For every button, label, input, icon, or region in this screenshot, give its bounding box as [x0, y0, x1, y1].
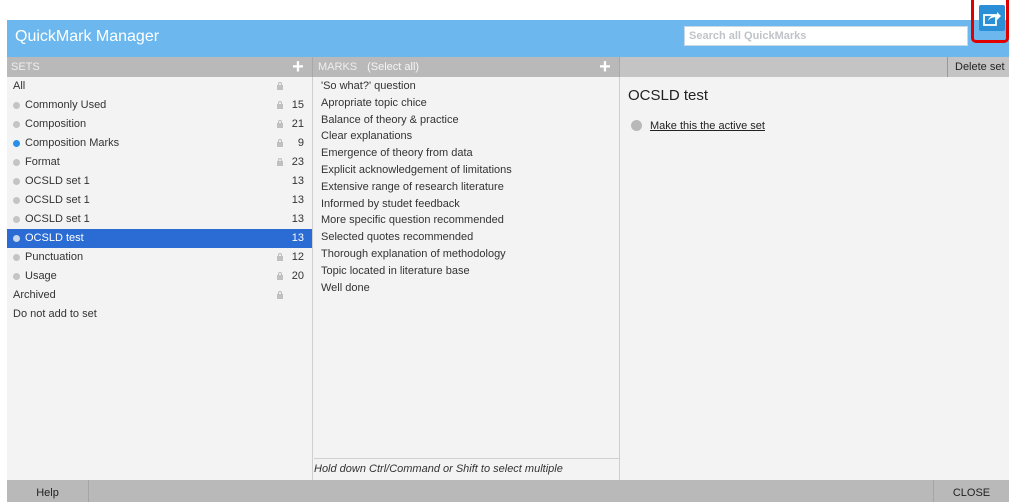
set-list-item[interactable]: Commonly Used 15: [7, 96, 312, 115]
mark-list-item[interactable]: 'So what?' question: [321, 78, 416, 95]
select-all-link[interactable]: (Select all): [367, 61, 419, 73]
set-name: OCSLD set 1: [25, 213, 90, 225]
mark-list-item[interactable]: More specific question recommended: [321, 212, 504, 229]
set-list-item[interactable]: Usage 20: [7, 267, 312, 286]
set-list-item[interactable]: Do not add to set: [7, 305, 312, 324]
lock-icon: [277, 82, 283, 90]
export-icon: [983, 12, 1001, 26]
mark-list-item[interactable]: Topic located in literature base: [321, 263, 470, 280]
set-bullet-icon: [13, 273, 20, 280]
delete-set-button[interactable]: Delete set: [947, 57, 1009, 77]
set-bullet-icon: [13, 197, 20, 204]
mark-list-item[interactable]: Well done: [321, 280, 370, 297]
set-count: 13: [291, 213, 304, 225]
set-count: 21: [291, 118, 304, 130]
add-mark-icon[interactable]: +: [597, 57, 613, 77]
set-list-item[interactable]: Archived: [7, 286, 312, 305]
set-count: 13: [291, 175, 304, 187]
set-count: 13: [291, 194, 304, 206]
lock-icon: [277, 101, 283, 109]
add-set-icon[interactable]: +: [290, 57, 306, 77]
mark-list-item[interactable]: Explicit acknowledgement of limitations: [321, 162, 512, 179]
title-bar: QuickMark Manager: [7, 20, 1009, 57]
set-name: Do not add to set: [13, 308, 97, 320]
set-name: OCSLD set 1: [25, 175, 90, 187]
set-bullet-icon: [13, 121, 20, 128]
mark-list-item[interactable]: Informed by studet feedback: [321, 196, 460, 213]
set-bullet-icon: [13, 254, 20, 261]
set-list-item[interactable]: Composition 21: [7, 115, 312, 134]
set-name: Archived: [13, 289, 56, 301]
marks-header-label: MARKS: [318, 61, 358, 73]
set-name: Composition: [25, 118, 87, 130]
quickmark-manager-window: QuickMark Manager SETS + MARKS (Select al…: [7, 20, 1009, 502]
detail-header: Delete set: [620, 57, 1009, 77]
sets-header: SETS +: [7, 57, 313, 77]
set-name: Commonly Used: [25, 99, 107, 111]
radio-dot-icon[interactable]: [631, 120, 642, 131]
set-count: 9: [297, 137, 304, 149]
mark-list-item[interactable]: Selected quotes recommended: [321, 229, 473, 246]
close-button[interactable]: CLOSE: [933, 480, 1009, 502]
set-list-item[interactable]: OCSLD set 1 13: [7, 210, 312, 229]
set-count: 15: [291, 99, 304, 111]
set-bullet-icon: [13, 216, 20, 223]
set-detail-title: OCSLD test: [628, 87, 709, 104]
multi-select-hint: Hold down Ctrl/Command or Shift to selec…: [314, 458, 619, 475]
mark-list-item[interactable]: Apropriate topic chice: [321, 95, 427, 112]
set-list-item[interactable]: All: [7, 77, 312, 96]
mark-list-item[interactable]: Extensive range of research literature: [321, 179, 504, 196]
marks-header: MARKS (Select all) +: [313, 57, 620, 77]
search-input[interactable]: [685, 27, 967, 45]
mark-list-item[interactable]: Clear explanations: [321, 128, 412, 145]
window-title: QuickMark Manager: [15, 28, 160, 45]
set-name: Composition Marks: [25, 137, 120, 149]
set-name: OCSLD set 1: [25, 194, 90, 206]
set-detail-panel: OCSLD test Make this the active set: [620, 77, 1009, 480]
export-button[interactable]: [979, 5, 1005, 31]
set-list-item[interactable]: Format 23: [7, 153, 312, 172]
set-count: 23: [291, 156, 304, 168]
set-list-item[interactable]: Punctuation 12: [7, 248, 312, 267]
set-bullet-icon: [13, 235, 20, 242]
lock-icon: [277, 272, 283, 280]
set-list-item[interactable]: Composition Marks 9: [7, 134, 312, 153]
set-bullet-icon: [13, 102, 20, 109]
set-name: Punctuation: [25, 251, 84, 263]
set-list-item[interactable]: OCSLD set 1 13: [7, 191, 312, 210]
marks-list: Hold down Ctrl/Command or Shift to selec…: [313, 77, 620, 480]
set-bullet-icon: [13, 159, 20, 166]
set-bullet-icon: [13, 140, 20, 147]
search-box[interactable]: [684, 26, 968, 46]
mark-list-item[interactable]: Emergence of theory from data: [321, 145, 473, 162]
set-bullet-icon: [13, 178, 20, 185]
export-highlight: [971, 0, 1009, 43]
lock-icon: [277, 253, 283, 261]
sets-header-label: SETS: [11, 61, 40, 73]
footer-bar: Help CLOSE: [7, 480, 1009, 502]
mark-list-item[interactable]: Balance of theory & practice: [321, 112, 459, 129]
lock-icon: [277, 291, 283, 299]
set-name: All: [13, 80, 26, 92]
set-name: Usage: [25, 270, 57, 282]
set-count: 13: [291, 232, 304, 244]
set-list-item[interactable]: OCSLD test 13: [7, 229, 312, 248]
make-active-set-label[interactable]: Make this the active set: [650, 119, 765, 133]
set-list-item[interactable]: OCSLD set 1 13: [7, 172, 312, 191]
set-count: 20: [291, 270, 304, 282]
lock-icon: [277, 120, 283, 128]
lock-icon: [277, 158, 283, 166]
set-name: Format: [25, 156, 60, 168]
lock-icon: [277, 139, 283, 147]
sets-list: All Commonly Used 15 Composition 21 Compositi…: [7, 77, 313, 480]
mark-list-item[interactable]: Thorough explanation of methodology: [321, 246, 506, 263]
set-count: 12: [291, 251, 304, 263]
help-button[interactable]: Help: [7, 480, 89, 502]
set-name: OCSLD test: [25, 232, 84, 244]
